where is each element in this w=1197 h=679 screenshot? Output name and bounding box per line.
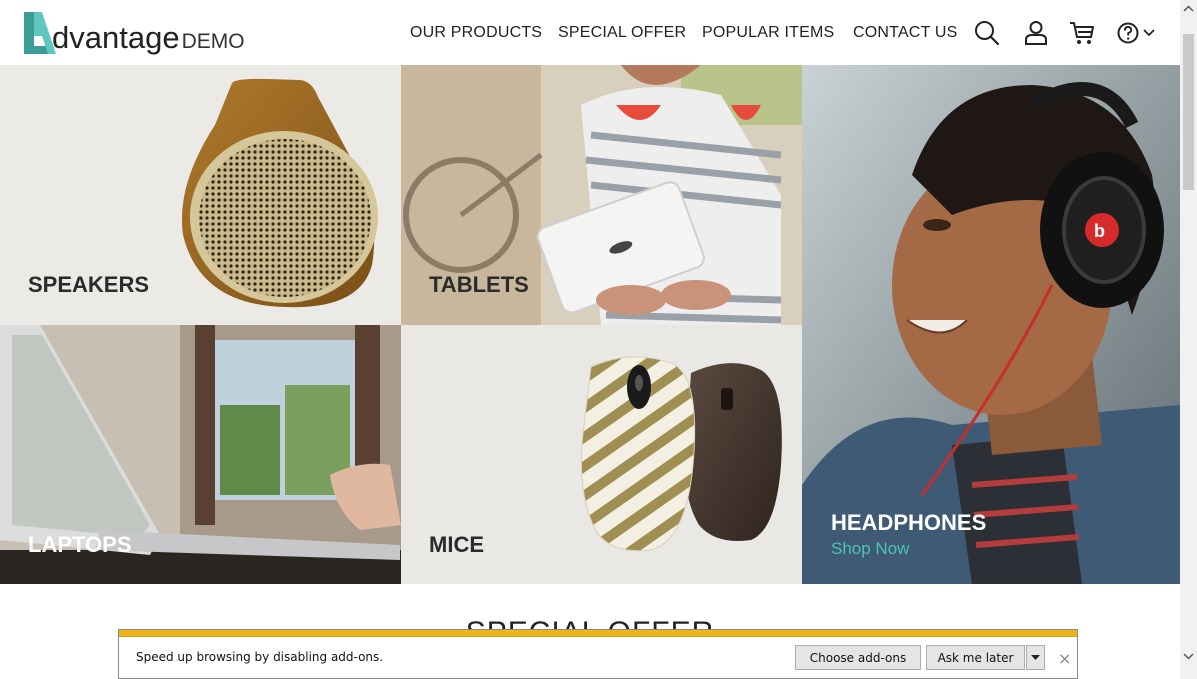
tile-mice[interactable]: MICE	[401, 325, 802, 584]
tile-label-laptops: LAPTOPS	[28, 532, 132, 557]
addons-notification-bar: Speed up browsing by disabling add-ons. …	[118, 629, 1078, 679]
logo-demo: DEMO	[181, 30, 245, 53]
tile-label-speakers: SPEAKERS	[28, 272, 150, 297]
nav-contact-us[interactable]: CONTACT US	[853, 24, 958, 42]
logo-a-icon	[24, 12, 56, 54]
cart-icon[interactable]	[1068, 19, 1096, 47]
choose-addons-button[interactable]: Choose add-ons	[795, 645, 921, 670]
tile-laptops[interactable]: LAPTOPS	[0, 325, 401, 584]
page-scrollbar[interactable]	[1180, 0, 1197, 679]
headphones-image: b	[802, 65, 1180, 584]
tile-label-headphones: HEADPHONES	[831, 510, 987, 535]
help-icon[interactable]	[1115, 19, 1143, 47]
shop-now-link[interactable]: Shop Now	[831, 539, 909, 559]
search-icon[interactable]	[973, 19, 1001, 47]
logo[interactable]: dvantage DEMO	[22, 10, 245, 56]
site-header: dvantage DEMO OUR PRODUCTS SPECIAL OFFER…	[0, 0, 1180, 65]
caret-down-icon	[1031, 655, 1040, 660]
nav-special-offer[interactable]: SPECIAL OFFER	[558, 24, 686, 42]
scroll-thumb[interactable]	[1183, 34, 1194, 190]
tile-label-mice: MICE	[429, 532, 484, 557]
tile-speakers[interactable]: SPEAKERS	[0, 65, 401, 325]
nav-popular-items[interactable]: POPULAR ITEMS	[702, 24, 834, 42]
scroll-down-button[interactable]	[1180, 648, 1197, 665]
chevron-down-icon	[1183, 653, 1194, 660]
tile-headphones[interactable]: b HEADPHONES Shop Now	[802, 65, 1180, 584]
notification-stripe	[119, 630, 1077, 637]
chevron-up-icon	[1183, 5, 1194, 12]
scroll-up-button[interactable]	[1180, 0, 1197, 17]
chevron-down-icon[interactable]	[1141, 19, 1157, 47]
notification-text: Speed up browsing by disabling add-ons.	[136, 650, 384, 664]
tile-tablets[interactable]: TABLETS	[401, 65, 802, 325]
logo-word: dvantage	[52, 20, 180, 55]
tile-label-tablets: TABLETS	[429, 272, 529, 297]
svg-text:b: b	[1094, 221, 1105, 241]
nav-our-products[interactable]: OUR PRODUCTS	[410, 24, 542, 42]
close-icon[interactable]: ×	[1058, 649, 1071, 668]
ask-me-later-button[interactable]: Ask me later	[926, 645, 1025, 670]
user-icon[interactable]	[1022, 19, 1050, 47]
ask-me-later-dropdown[interactable]	[1026, 645, 1045, 670]
advantage-demo-page: dvantage DEMO OUR PRODUCTS SPECIAL OFFER…	[0, 0, 1197, 679]
